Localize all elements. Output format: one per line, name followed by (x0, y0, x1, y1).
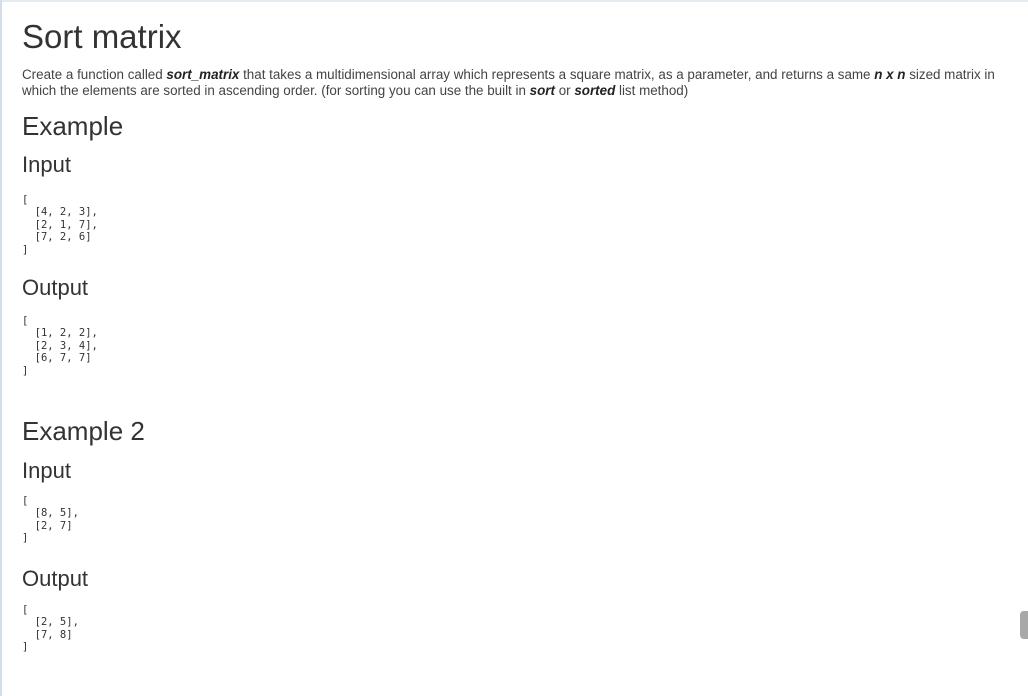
problem-description: Create a function called sort_matrix tha… (22, 67, 997, 99)
code-line: [2, 7] (22, 519, 73, 532)
left-border (0, 0, 2, 696)
code-line: [8, 5], (22, 507, 79, 520)
example-2-input-label: Input (22, 458, 71, 483)
description-text-2: that takes a multidimensional array whic… (239, 67, 875, 82)
code-line: [4, 2, 3], (22, 206, 98, 219)
code-line: ] (22, 243, 29, 256)
code-line: ] (22, 532, 29, 545)
page-title: Sort matrix (22, 18, 182, 55)
description-text-4: or (554, 83, 575, 98)
example-1-heading: Example (22, 111, 124, 141)
code-line: [7, 2, 6] (22, 231, 92, 244)
code-line: [7, 8] (22, 628, 73, 641)
sorted-method: sorted (574, 83, 616, 98)
code-line: [ (22, 604, 29, 616)
example-2-input-code: [ [8, 5], [2, 7] ] (22, 495, 79, 545)
example-1-output-label: Output (22, 275, 89, 300)
code-line: [ (22, 194, 29, 206)
code-line: ] (22, 364, 29, 377)
example-2-output-code: [ [2, 5], [7, 8] ] (22, 604, 79, 654)
matrix-size: n x n (874, 67, 906, 82)
code-line: [ (22, 315, 29, 327)
code-line: [2, 5], (22, 616, 79, 629)
example-1-input-label: Input (22, 152, 71, 177)
top-border (0, 0, 1028, 2)
function-name: sort_matrix (166, 67, 240, 82)
code-line: [2, 1, 7], (22, 218, 98, 231)
code-line: [1, 2, 2], (22, 327, 98, 340)
description-text-5: list method) (615, 83, 689, 98)
example-1-output-code: [ [1, 2, 2], [2, 3, 4], [6, 7, 7] ] (22, 315, 98, 377)
example-1-input-code: [ [4, 2, 3], [2, 1, 7], [7, 2, 6] ] (22, 194, 98, 256)
example-2-heading: Example 2 (22, 416, 145, 446)
sort-method: sort (529, 83, 555, 98)
code-line: [6, 7, 7] (22, 352, 92, 365)
description-text-1: Create a function called (22, 67, 167, 82)
scrollbar-thumb[interactable] (1020, 611, 1028, 639)
code-line: ] (22, 641, 29, 654)
code-line: [2, 3, 4], (22, 339, 98, 352)
example-2-output-label: Output (22, 566, 89, 591)
code-line: [ (22, 495, 29, 507)
